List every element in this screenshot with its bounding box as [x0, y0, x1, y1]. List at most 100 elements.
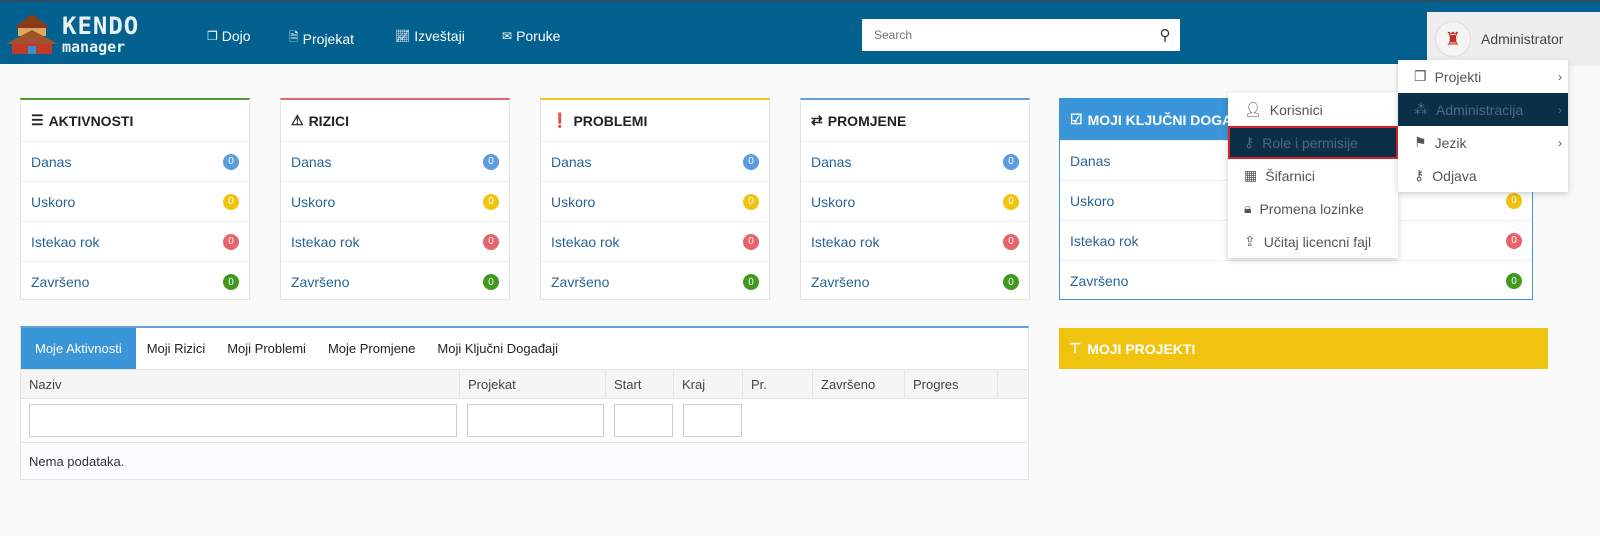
nav-poruke[interactable]: ✉ Poruke: [502, 28, 560, 44]
menu-label: Korisnici: [1269, 101, 1323, 118]
card-row-link[interactable]: Danas 0: [801, 142, 1029, 182]
count-badge: 0: [743, 193, 759, 210]
card-row-link[interactable]: Danas 0: [21, 142, 249, 182]
tab-moje-aktivnosti[interactable]: Moje Aktivnosti: [21, 328, 136, 369]
menu-item-jezik[interactable]: ⚑ Jezik ›: [1398, 126, 1568, 159]
row-label: Završeno: [1070, 273, 1129, 289]
moji-projekti-header[interactable]: ⊤ MOJI PROJEKTI: [1059, 328, 1548, 369]
file-icon: 🗎: [289, 30, 299, 44]
summary-card: ❗ PROBLEMI Danas 0 Uskoro 0 Istekao rok 0 Završe…: [540, 98, 770, 300]
menu-item-sifarnici[interactable]: ▦ Šifarnici: [1228, 159, 1398, 192]
nav-label: Projekat: [302, 30, 355, 47]
nav-izvestaji[interactable]: 📈︎ Izveštaji: [395, 28, 465, 44]
count-badge: 0: [483, 153, 499, 170]
filter-start-input[interactable]: [614, 404, 673, 437]
summary-card: ☰ AKTIVNOSTI Danas 0 Uskoro 0 Istekao rok 0 Zavr…: [20, 98, 250, 300]
column-header[interactable]: Pr.: [743, 370, 813, 398]
card-row-link[interactable]: Istekao rok 0: [541, 222, 769, 262]
top-header: KENDO manager ❐ Dojo 🗎 Projekat 📈︎ Izveštaj…: [0, 0, 1600, 66]
card-row-link[interactable]: Završeno 0: [801, 262, 1029, 302]
logo-text: KENDO: [62, 12, 140, 40]
row-label: Istekao rok: [291, 233, 360, 250]
column-header[interactable]: Završeno: [813, 370, 905, 398]
tasks-icon: ☰: [31, 112, 44, 128]
row-label: Završeno: [551, 274, 610, 290]
row-label: Istekao rok: [551, 233, 620, 250]
nav-dojo[interactable]: ❐ Dojo: [207, 28, 251, 44]
table-icon: ▦: [1244, 167, 1258, 183]
card-row-link[interactable]: Uskoro 0: [801, 182, 1029, 222]
count-badge: 0: [483, 233, 499, 250]
menu-item-promena-lozinke[interactable]: 🔒︎ Promena lozinke: [1228, 192, 1398, 225]
filter-projekat-input[interactable]: [467, 404, 604, 437]
card-row-link[interactable]: Istekao rok 0: [281, 222, 509, 262]
pagoda-icon: [6, 14, 58, 54]
filter-kraj-input[interactable]: [683, 404, 742, 437]
row-label: Danas: [811, 153, 852, 170]
column-header[interactable]: Progres: [905, 370, 998, 398]
menu-item-projekti[interactable]: ❐ Projekti ›: [1398, 60, 1568, 93]
card-title: PROMJENE: [827, 112, 907, 129]
card-title: AKTIVNOSTI: [48, 112, 134, 129]
summary-card: ⇄ PROMJENE Danas 0 Uskoro 0 Istekao rok 0 Završe…: [800, 98, 1030, 300]
column-header[interactable]: Kraj: [674, 370, 743, 398]
table-header: Naziv Projekat Start Kraj Pr. Završeno P…: [21, 369, 1028, 399]
card-row-link[interactable]: Danas 0: [541, 142, 769, 182]
menu-item-korisnici[interactable]: 👤︎ Korisnici: [1228, 93, 1398, 126]
user-menu-button[interactable]: ♜ Administrator: [1427, 12, 1600, 66]
menu-item-odjava[interactable]: ⚷ Odjava: [1398, 159, 1568, 192]
card-row-link[interactable]: Uskoro 0: [281, 182, 509, 222]
tab-moji-kljucni-dogadjaji[interactable]: Moji Ključni Događaji: [426, 328, 569, 369]
user-dropdown-menu: ❐ Projekti › ⁂ Administracija › ⚑ Jezik › ⚷ Odj…: [1398, 60, 1568, 192]
card-row-link[interactable]: Istekao rok 0: [21, 222, 249, 262]
logo[interactable]: KENDO manager: [4, 10, 154, 60]
card-row-link[interactable]: Uskoro 0: [541, 182, 769, 222]
menu-item-role-i-permisije[interactable]: ⚷ Role i permisije: [1228, 126, 1398, 159]
tab-moji-problemi[interactable]: Moji Problemi: [216, 328, 317, 369]
summary-card: ⚠ RIZICI Danas 0 Uskoro 0 Istekao rok 0 Završeno…: [280, 98, 510, 300]
sitemap-icon: ⊤: [1069, 340, 1082, 356]
menu-item-ucitaj-licencni-fajl[interactable]: ⇪ Učitaj licencni fajl: [1228, 225, 1398, 258]
filter-naziv-input[interactable]: [29, 404, 457, 437]
card-row-link[interactable]: Danas 0: [281, 142, 509, 182]
menu-item-administracija[interactable]: ⁂ Administracija ›: [1398, 93, 1568, 126]
card-title: PROBLEMI: [573, 112, 648, 129]
count-badge: 0: [223, 233, 239, 250]
chevron-right-icon: ›: [1558, 135, 1562, 150]
user-name: Administrator: [1481, 31, 1564, 47]
row-label: Uskoro: [1070, 192, 1115, 209]
count-badge: 0: [1506, 192, 1522, 209]
column-header[interactable]: Naziv: [21, 370, 460, 398]
user-icon: 👤︎: [1244, 101, 1262, 117]
card-row-link[interactable]: Završeno 0: [281, 262, 509, 302]
warning-icon: ⚠: [291, 112, 304, 128]
menu-label: Role i permisije: [1262, 134, 1358, 151]
card-header: ⇄ PROMJENE: [801, 100, 1029, 142]
card-row-link[interactable]: Istekao rok 0: [801, 222, 1029, 262]
admin-submenu: 👤︎ Korisnici ⚷ Role i permisije ▦ Šifarnici…: [1228, 93, 1398, 258]
nav-projekat[interactable]: 🗎 Projekat: [289, 28, 354, 49]
card-row-link[interactable]: Uskoro 0: [21, 182, 249, 222]
chart-line-icon: 📈︎: [395, 29, 411, 43]
search-box: ⚲: [862, 19, 1180, 51]
menu-label: Promena lozinke: [1259, 200, 1364, 217]
column-header[interactable]: Start: [606, 370, 674, 398]
row-label: Danas: [31, 153, 72, 170]
row-label: Istekao rok: [1070, 232, 1139, 249]
key-icon: ⚷: [1244, 134, 1255, 150]
upload-icon: ⇪: [1244, 233, 1256, 249]
tab-moje-promjene[interactable]: Moje Promjene: [317, 328, 426, 369]
logo-subtext: manager: [62, 38, 126, 56]
card-row-link[interactable]: Završeno 0: [541, 262, 769, 302]
column-header[interactable]: Projekat: [460, 370, 606, 398]
search-input[interactable]: [862, 28, 1150, 42]
count-badge: 0: [483, 193, 499, 210]
card-row-link[interactable]: Završeno 0: [21, 262, 249, 302]
menu-label: Odjava: [1432, 167, 1477, 184]
key-icon: ⚷: [1414, 167, 1425, 183]
tab-moji-rizici[interactable]: Moji Rizici: [136, 328, 217, 369]
count-badge: 0: [1003, 274, 1019, 290]
search-icon[interactable]: ⚲: [1150, 26, 1180, 44]
card-row-link[interactable]: Završeno 0: [1060, 261, 1532, 301]
row-label: Završeno: [291, 274, 350, 290]
